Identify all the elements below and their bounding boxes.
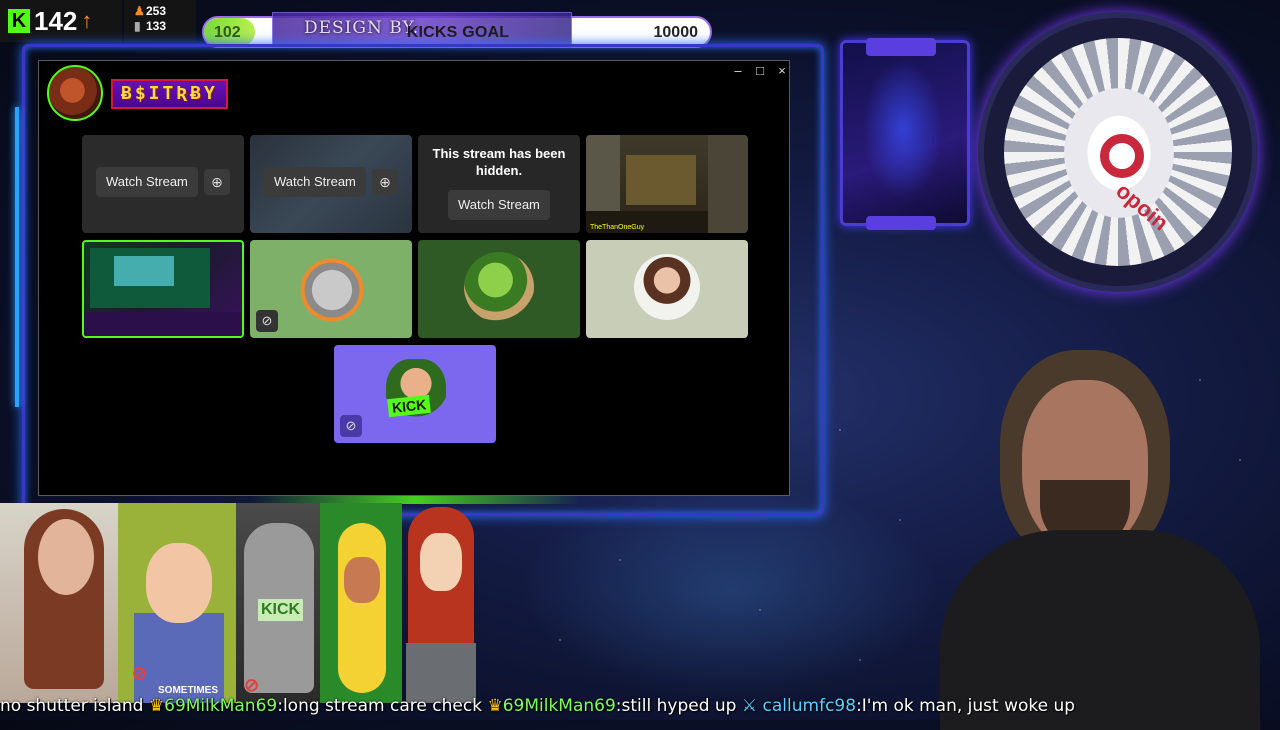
stream-tile-woman[interactable] <box>586 240 748 338</box>
crown-icon: ♛ <box>148 696 165 716</box>
stream-tile-pepe[interactable] <box>418 240 580 338</box>
avatar-face <box>38 519 94 595</box>
chat-ticker: no shutter island ♛69MilkMan69:long stre… <box>0 696 1076 716</box>
hidden-message: This stream has been hidden. <box>432 146 566 178</box>
avatar-face <box>146 543 212 623</box>
chat-username: 69MilkMan69 <box>164 696 278 716</box>
eye-off-icon[interactable]: ⊘ <box>340 415 362 437</box>
stream-preview-bottom <box>84 312 242 336</box>
eye-off-icon[interactable]: ⊘ <box>256 310 278 332</box>
game-panel <box>708 135 748 233</box>
bar-chart-icon: ▮ <box>134 19 141 33</box>
avatar-cartoon-man: SOMETIMES ⊘ <box>118 503 236 703</box>
kick-logo-icon: K <box>8 9 30 33</box>
maximize-button[interactable]: □ <box>749 62 771 80</box>
game-scene <box>626 155 696 205</box>
avatar-costume <box>338 523 386 693</box>
channel-avatar[interactable] <box>47 65 103 121</box>
chat-text: still hyped up <box>621 696 737 716</box>
chat-username: 69MilkMan69 <box>502 696 616 716</box>
crown-icon: ♛ <box>487 696 503 716</box>
stream-tile-game[interactable]: TheThanOneGuy <box>586 135 748 233</box>
channel-name-badge: Ƀ$ITƦɃY <box>111 79 228 109</box>
channel-avatar-image <box>386 359 446 429</box>
stream-tile-bunny[interactable]: ⊘ <box>250 240 412 338</box>
game-overlay-name: TheThanOneGuy <box>590 224 645 231</box>
stream-tile-1[interactable]: Watch Stream ⊕ <box>82 135 244 233</box>
design-by-text: DESIGN BY: <box>304 18 420 38</box>
stream-tile-hidden[interactable]: This stream has been hidden. Watch Strea… <box>418 135 580 233</box>
avatar-redbeard <box>402 503 480 703</box>
avatar-woman <box>0 503 118 703</box>
watch-stream-button[interactable]: Watch Stream <box>448 190 550 220</box>
circular-media-frame: opoin <box>978 12 1258 292</box>
avatar-face <box>420 533 462 591</box>
decorative-panel <box>840 40 970 226</box>
stat-b: 133 <box>146 19 167 33</box>
decorative-cap <box>866 216 936 230</box>
watch-stream-button[interactable]: Watch Stream <box>264 167 366 197</box>
goal-label: KICKS GOAL <box>406 24 510 41</box>
clock-search-icon[interactable]: ⊕ <box>372 169 398 195</box>
minimize-button[interactable]: – <box>727 62 749 80</box>
chat-text: I'm ok man, just woke up <box>861 696 1076 716</box>
avatar-banana <box>320 503 402 703</box>
sword-icon: ⚔ <box>741 696 758 716</box>
stream-preview-panel <box>114 256 174 286</box>
watch-stream-button[interactable]: Watch Stream <box>96 167 198 197</box>
close-button[interactable]: × <box>771 62 793 80</box>
brand-logo-icon <box>1100 134 1144 178</box>
multistream-window: – □ × Ƀ$ITƦɃY Watch Stream ⊕ Watch Strea… <box>38 60 790 496</box>
stream-tile-kick[interactable]: KICK ⊘ <box>334 345 496 443</box>
chat-username: callumfc98 <box>762 696 857 716</box>
chat-text: no shutter island <box>0 696 144 716</box>
stream-tile-selected[interactable] <box>82 240 244 338</box>
webcam-streamer <box>940 340 1270 730</box>
title-bar: – □ × <box>39 61 789 81</box>
goal-current: 102 <box>214 24 241 41</box>
avatar-statue: KICK ⊘ <box>236 503 320 703</box>
person-icon: ♟ <box>134 4 145 18</box>
kick-sign: KICK <box>258 599 304 621</box>
viewer-stats: ♟253 ▮ 133 <box>124 0 196 42</box>
channel-avatar-image <box>292 250 372 330</box>
arrow-up-icon: ↑ <box>81 8 93 33</box>
decorative-cap <box>866 38 936 56</box>
clock-search-icon[interactable]: ⊕ <box>204 169 230 195</box>
kick-count: 142 <box>34 5 78 36</box>
goal-max: 10000 <box>653 24 699 41</box>
stat-a: 253 <box>146 4 167 18</box>
kick-follower-counter: K 142 ↑ <box>0 0 122 42</box>
avatar-face <box>344 557 380 603</box>
stream-tile-2[interactable]: Watch Stream ⊕ <box>250 135 412 233</box>
channel-avatar-image <box>634 254 700 320</box>
chat-text: long stream care check <box>282 696 483 716</box>
channel-avatar-image <box>464 252 534 322</box>
eye-off-icon: ⊘ <box>132 663 148 683</box>
